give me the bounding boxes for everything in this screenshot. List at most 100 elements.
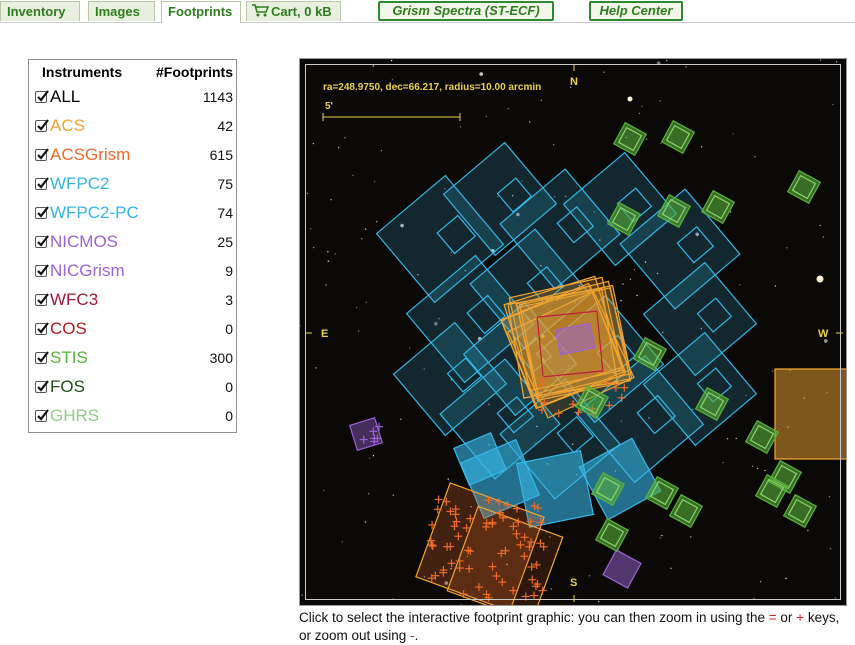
tab-bar: Inventory Images Footprints Cart, 0 kB G…: [0, 0, 855, 23]
tab-images-label: Images: [95, 4, 140, 19]
instrument-name[interactable]: ACSGrism: [50, 145, 130, 165]
checkmark-icon: [37, 322, 49, 334]
instrument-row: FOS 0: [29, 374, 236, 403]
instrument-name[interactable]: NICMOS: [50, 232, 118, 252]
checkmark-icon: [37, 119, 49, 131]
instrument-name[interactable]: ALL: [50, 87, 80, 107]
instrument-name[interactable]: STIS: [50, 348, 88, 368]
tab-grism-spectra-label: Grism Spectra (ST-ECF): [392, 3, 540, 18]
instrument-row: WFC3 3: [29, 287, 236, 316]
footprint-count: 0: [225, 379, 233, 395]
tab-footprints[interactable]: Footprints: [161, 1, 241, 23]
coordinates-readout: ra=248.9750, dec=66.217, radius=10.00 ar…: [323, 82, 542, 93]
footprint-count: 74: [217, 205, 233, 221]
instrument-checkbox[interactable]: [35, 409, 49, 422]
instrument-row: WFPC2-PC 74: [29, 200, 236, 229]
footprint-count: 25: [217, 234, 233, 250]
star: [390, 59, 393, 62]
instruments-column-header: Instruments: [42, 64, 123, 80]
instrument-name[interactable]: WFPC2: [50, 174, 110, 194]
instrument-row: ACS 42: [29, 113, 236, 142]
checkmark-icon: [37, 380, 49, 392]
instrument-name[interactable]: WFPC2-PC: [50, 203, 139, 223]
instrument-name[interactable]: WFC3: [50, 290, 98, 310]
instrument-checkbox[interactable]: [35, 264, 49, 277]
instrument-row: STIS 300: [29, 345, 236, 374]
north-label: N: [570, 76, 578, 88]
image-frame: [305, 64, 841, 600]
tab-cart-label: Cart, 0 kB: [271, 4, 332, 19]
instrument-name[interactable]: FOS: [50, 377, 85, 397]
tab-footprints-label: Footprints: [168, 4, 233, 19]
east-label: E: [321, 328, 329, 340]
scale-bar-label: 5': [325, 101, 333, 112]
tab-inventory-label: Inventory: [7, 4, 66, 19]
instrument-name[interactable]: ACS: [50, 116, 85, 136]
footprint-count: 0: [225, 321, 233, 337]
instrument-checkbox[interactable]: [35, 119, 49, 132]
star: [598, 600, 600, 603]
tab-images[interactable]: Images: [88, 1, 155, 21]
instrument-row: COS 0: [29, 316, 236, 345]
instrument-checkbox[interactable]: [35, 90, 49, 103]
tab-cart[interactable]: Cart, 0 kB: [246, 1, 341, 21]
cart-icon: [251, 3, 270, 23]
instrument-name[interactable]: GHRS: [50, 406, 99, 426]
instruments-table: Instruments #Footprints ALL 1143 ACS 42 ACSG…: [28, 59, 237, 433]
checkmark-icon: [37, 206, 49, 218]
caption-text-2: or: [776, 610, 797, 625]
west-label: W: [818, 328, 829, 340]
instrument-row: NICMOS 25: [29, 229, 236, 258]
instruments-header: Instruments #Footprints: [29, 63, 236, 83]
footprint-instructions: Click to select the interactive footprin…: [299, 609, 855, 645]
instrument-name[interactable]: COS: [50, 319, 87, 339]
instrument-row: ACSGrism 615: [29, 142, 236, 171]
instrument-checkbox[interactable]: [35, 293, 49, 306]
footprint-count: 1143: [202, 89, 233, 105]
star: [819, 59, 822, 61]
tab-grism-spectra[interactable]: Grism Spectra (ST-ECF): [378, 1, 554, 21]
star: [460, 604, 463, 605]
instrument-row: ALL 1143: [29, 84, 236, 113]
checkmark-icon: [37, 409, 49, 421]
instrument-checkbox[interactable]: [35, 177, 49, 190]
checkmark-icon: [37, 177, 49, 189]
footprint-count: 3: [225, 292, 233, 308]
key-plus: +: [796, 610, 805, 625]
footprint-count: 615: [209, 147, 233, 163]
instrument-row: WFPC2 75: [29, 171, 236, 200]
checkmark-icon: [37, 351, 49, 363]
instrument-row: GHRS 0: [29, 403, 236, 432]
star: [666, 59, 668, 62]
footprints-column-header: #Footprints: [156, 64, 233, 80]
star: [300, 325, 301, 327]
instrument-checkbox[interactable]: [35, 351, 49, 364]
footprint-count: 75: [217, 176, 233, 192]
instrument-checkbox[interactable]: [35, 148, 49, 161]
footprint-graphic[interactable]: ra=248.9750, dec=66.217, radius=10.00 ar…: [299, 58, 847, 606]
instrument-checkbox[interactable]: [35, 380, 49, 393]
caption-text-4: .: [414, 628, 419, 643]
footprint-count: 300: [209, 350, 233, 366]
instrument-checkbox[interactable]: [35, 206, 49, 219]
tab-inventory[interactable]: Inventory: [0, 1, 80, 21]
instrument-checkbox[interactable]: [35, 235, 49, 248]
tab-help-center[interactable]: Help Center: [589, 1, 683, 21]
tab-help-center-label: Help Center: [599, 3, 673, 18]
checkmark-icon: [37, 235, 49, 247]
checkmark-icon: [37, 264, 49, 276]
star: [301, 594, 303, 596]
caption-text-1: Click to select the interactive footprin…: [299, 610, 769, 625]
instrument-checkbox[interactable]: [35, 322, 49, 335]
key-equals: =: [768, 610, 777, 625]
south-label: S: [570, 577, 578, 589]
instrument-row: NICGrism 9: [29, 258, 236, 287]
star: [835, 61, 838, 63]
instrument-name[interactable]: NICGrism: [50, 261, 125, 281]
checkmark-icon: [37, 90, 49, 102]
footprint-count: 0: [225, 408, 233, 424]
footprint-count: 9: [225, 263, 233, 279]
checkmark-icon: [37, 293, 49, 305]
checkmark-icon: [37, 148, 49, 160]
footprint-count: 42: [217, 118, 233, 134]
